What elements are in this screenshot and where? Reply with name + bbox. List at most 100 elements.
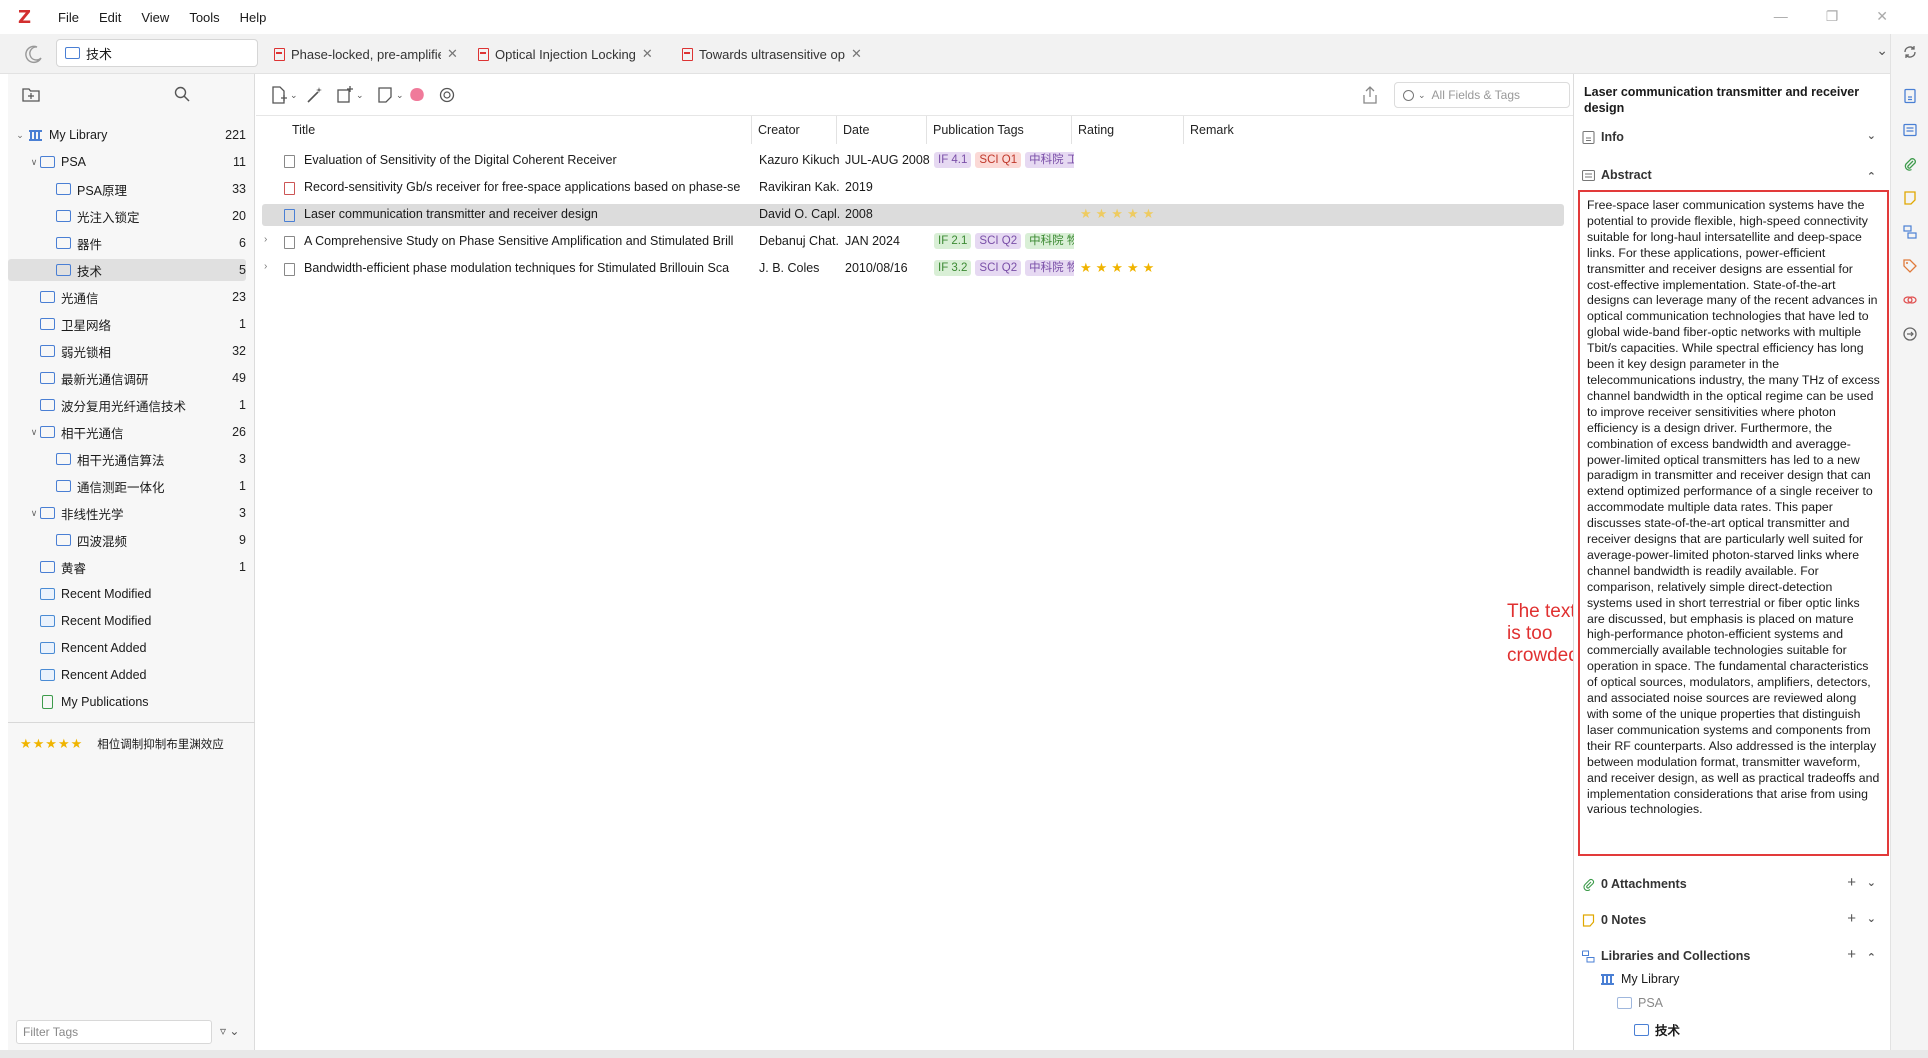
- collection-row[interactable]: 四波混频 9: [8, 529, 246, 551]
- collection-row[interactable]: 黄睿 1: [8, 556, 246, 578]
- chevron-right-icon[interactable]: ›: [264, 261, 267, 272]
- filter-tags-input[interactable]: Filter Tags: [16, 1020, 212, 1044]
- collection-row[interactable]: 最新光通信调研 49: [8, 367, 246, 389]
- collection-row[interactable]: Recent Modified: [8, 610, 246, 632]
- collection-row[interactable]: Rencent Added: [8, 664, 246, 686]
- attachment-icon[interactable]: [1902, 156, 1918, 172]
- table-row[interactable]: Evaluation of Sensitivity of the Digital…: [262, 150, 1564, 172]
- chevron-down-icon[interactable]: ∨: [28, 427, 40, 438]
- saved-search-icon: [40, 588, 55, 600]
- plugin-button[interactable]: [408, 85, 426, 105]
- menu-edit[interactable]: Edit: [99, 10, 121, 25]
- item-title: Laser communication transmitter and rece…: [1584, 85, 1860, 115]
- star-rating-icons[interactable]: ★★★★★: [1080, 206, 1185, 222]
- collection-row[interactable]: PSA原理 33: [8, 178, 246, 200]
- chevron-down-icon[interactable]: ⌄: [14, 130, 26, 141]
- column-publication-tags[interactable]: Publication Tags: [926, 116, 1071, 144]
- new-item-button[interactable]: ⌄: [270, 85, 298, 105]
- chevron-right-icon[interactable]: ›: [264, 234, 267, 245]
- chevron-down-icon[interactable]: ⌄: [1867, 912, 1876, 925]
- chevron-down-icon[interactable]: ⌄: [1867, 129, 1876, 142]
- filter-icon[interactable]: ▿ ⌄: [220, 1024, 239, 1038]
- collection-row[interactable]: My Publications: [8, 691, 246, 713]
- chevron-down-icon[interactable]: ∨: [28, 157, 40, 168]
- collection-row[interactable]: 波分复用光纤通信技术 1: [8, 394, 246, 416]
- collection-row[interactable]: ∨ 相干光通信 26: [8, 421, 246, 443]
- add-note-icon[interactable]: +: [1847, 910, 1856, 927]
- locate-icon[interactable]: [1902, 326, 1918, 342]
- collection-row[interactable]: 相干光通信算法 3: [8, 448, 246, 470]
- menu-help[interactable]: Help: [240, 10, 267, 25]
- column-rating[interactable]: Rating: [1071, 116, 1183, 144]
- tag-icon[interactable]: [1902, 258, 1918, 274]
- table-row[interactable]: › Bandwidth-efficient phase modulation te…: [262, 258, 1564, 280]
- document-tab[interactable]: Towards ultrasensitive op ✕: [682, 43, 862, 65]
- chevron-down-icon[interactable]: ⌄: [1867, 876, 1876, 889]
- items-search-input[interactable]: ⌄ All Fields & Tags: [1394, 82, 1570, 108]
- collection-entry[interactable]: 技术: [1634, 1020, 1680, 1039]
- menu-tools[interactable]: Tools: [189, 10, 219, 25]
- note-icon[interactable]: [1902, 190, 1918, 206]
- menu-file[interactable]: File: [58, 10, 79, 25]
- collection-row[interactable]: Recent Modified: [8, 583, 246, 605]
- table-row[interactable]: Laser communication transmitter and rece…: [262, 204, 1564, 226]
- ai-assistant-button[interactable]: [438, 85, 456, 105]
- tag-label[interactable]: 相位调制抑制布里渊效应: [97, 736, 224, 752]
- notes-section-header[interactable]: 0 Notes + ⌄: [1582, 909, 1882, 931]
- collection-row-my-library[interactable]: ⌄ My Library 221: [8, 124, 246, 146]
- collection-row[interactable]: 器件 6: [8, 232, 246, 254]
- abstract-section-header[interactable]: Abstract ⌃: [1582, 164, 1882, 186]
- close-tab-icon[interactable]: ✕: [851, 46, 862, 62]
- collection-row[interactable]: 通信测距一体化 1: [8, 475, 246, 497]
- document-tab[interactable]: Optical Injection Locking ✕: [478, 43, 653, 65]
- libraries-icon[interactable]: [1902, 224, 1918, 240]
- chevron-up-icon[interactable]: ⌃: [1867, 951, 1876, 964]
- library-tab[interactable]: 技术: [56, 39, 258, 67]
- collection-row[interactable]: 技术 5: [8, 259, 246, 281]
- collection-entry[interactable]: PSA: [1617, 996, 1663, 1010]
- moon-icon[interactable]: [24, 44, 44, 64]
- column-title[interactable]: Title: [286, 116, 741, 144]
- collection-row[interactable]: ∨ 非线性光学 3: [8, 502, 246, 524]
- sync-icon[interactable]: [1902, 44, 1918, 60]
- related-icon[interactable]: [1902, 292, 1918, 308]
- document-tab[interactable]: Phase-locked, pre-amplified ✕: [274, 43, 458, 65]
- restore-icon[interactable]: ❐: [1826, 8, 1839, 25]
- tag-selector-row[interactable]: ★★★★★ 相位调制抑制布里渊效应: [20, 736, 224, 752]
- add-attachment-button[interactable]: ⌄: [336, 85, 364, 105]
- menu-view[interactable]: View: [141, 10, 169, 25]
- add-to-collection-icon[interactable]: +: [1847, 946, 1856, 963]
- close-tab-icon[interactable]: ✕: [447, 46, 458, 62]
- collection-row[interactable]: ∨ PSA 11: [8, 151, 246, 173]
- collection-row[interactable]: 光注入锁定 20: [8, 205, 246, 227]
- info-section-header[interactable]: Info ⌄: [1582, 126, 1882, 148]
- close-window-icon[interactable]: ✕: [1876, 8, 1888, 25]
- info-doc-icon[interactable]: [1902, 88, 1918, 104]
- sync-upload-button[interactable]: [1360, 85, 1380, 105]
- add-attachment-icon[interactable]: +: [1847, 874, 1856, 891]
- star-rating-icons[interactable]: ★★★★★: [1080, 260, 1185, 276]
- libraries-section-header[interactable]: Libraries and Collections + ⌃: [1582, 945, 1882, 967]
- chevron-up-icon[interactable]: ⌃: [1867, 170, 1876, 183]
- table-row[interactable]: Record-sensitivity Gb/s receiver for fre…: [262, 177, 1564, 199]
- column-date[interactable]: Date: [836, 116, 926, 144]
- column-creator[interactable]: Creator: [751, 116, 836, 144]
- collection-row[interactable]: 光通信 23: [8, 286, 246, 308]
- attachments-section-header[interactable]: 0 Attachments + ⌄: [1582, 873, 1882, 895]
- table-row[interactable]: › A Comprehensive Study on Phase Sensitiv…: [262, 231, 1564, 253]
- column-remark[interactable]: Remark: [1183, 116, 1383, 144]
- collection-row[interactable]: Rencent Added: [8, 637, 246, 659]
- collection-row[interactable]: 卫星网络 1: [8, 313, 246, 335]
- minimize-icon[interactable]: —: [1774, 8, 1788, 25]
- library-entry[interactable]: My Library: [1600, 972, 1679, 986]
- abstract-icon[interactable]: [1902, 122, 1918, 138]
- abstract-text[interactable]: Free-space laser communication systems h…: [1578, 190, 1889, 856]
- collection-row[interactable]: 弱光锁相 32: [8, 340, 246, 362]
- new-note-button[interactable]: ⌄: [376, 85, 404, 105]
- tabs-menu-chevron-icon[interactable]: ⌄: [1876, 42, 1888, 59]
- chevron-down-icon[interactable]: ∨: [28, 508, 40, 519]
- add-by-identifier-button[interactable]: [306, 85, 324, 105]
- close-tab-icon[interactable]: ✕: [642, 46, 653, 62]
- search-mode-chevron-icon[interactable]: ⌄: [1418, 90, 1426, 101]
- star-rating-icons[interactable]: ★★★★★: [20, 736, 83, 752]
